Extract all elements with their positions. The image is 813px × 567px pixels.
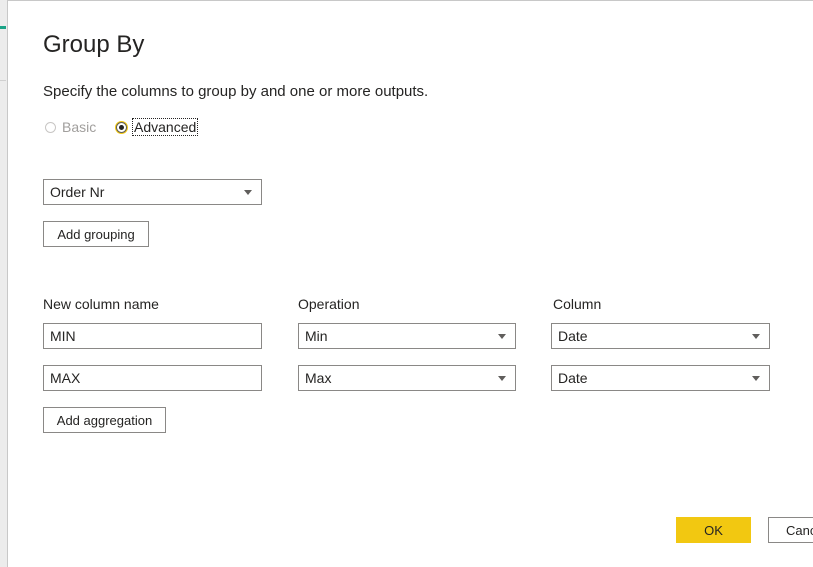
- radio-advanced-label: Advanced: [131, 118, 199, 136]
- chevron-down-icon: [752, 334, 760, 339]
- grouping-column-select[interactable]: Order Nr: [43, 179, 262, 205]
- radio-advanced-circle[interactable]: [116, 121, 127, 133]
- new-column-name-input-1[interactable]: [43, 323, 262, 349]
- new-column-name-input-2[interactable]: [43, 365, 262, 391]
- dialog-title: Group By: [43, 31, 145, 58]
- radio-basic[interactable]: Basic: [45, 119, 96, 135]
- background-accent-line: [0, 26, 6, 29]
- add-grouping-button[interactable]: Add grouping: [43, 221, 149, 247]
- background-divider: [0, 80, 6, 81]
- radio-advanced[interactable]: Advanced: [116, 118, 199, 136]
- ok-button[interactable]: OK: [676, 517, 751, 543]
- column-select-1[interactable]: Date: [551, 323, 770, 349]
- header-new-column-name: New column name: [43, 296, 159, 312]
- operation-select-1[interactable]: Min: [298, 323, 516, 349]
- operation-select-2[interactable]: Max: [298, 365, 516, 391]
- cancel-button[interactable]: Cancel: [768, 517, 813, 543]
- operation-value-1: Min: [305, 328, 328, 344]
- radio-basic-circle[interactable]: [45, 121, 56, 133]
- group-by-dialog: Group By Specify the columns to group by…: [7, 0, 813, 567]
- dialog-description: Specify the columns to group by and one …: [43, 83, 429, 100]
- column-value-2: Date: [558, 370, 588, 386]
- add-aggregation-button[interactable]: Add aggregation: [43, 407, 166, 433]
- column-select-2[interactable]: Date: [551, 365, 770, 391]
- grouping-column-value: Order Nr: [50, 184, 105, 200]
- chevron-down-icon: [498, 376, 506, 381]
- header-column: Column: [553, 296, 602, 312]
- header-operation: Operation: [298, 296, 360, 312]
- radio-basic-label: Basic: [62, 119, 97, 135]
- chevron-down-icon: [752, 376, 760, 381]
- operation-value-2: Max: [305, 370, 332, 386]
- chevron-down-icon: [244, 190, 252, 195]
- chevron-down-icon: [498, 334, 506, 339]
- column-value-1: Date: [558, 328, 588, 344]
